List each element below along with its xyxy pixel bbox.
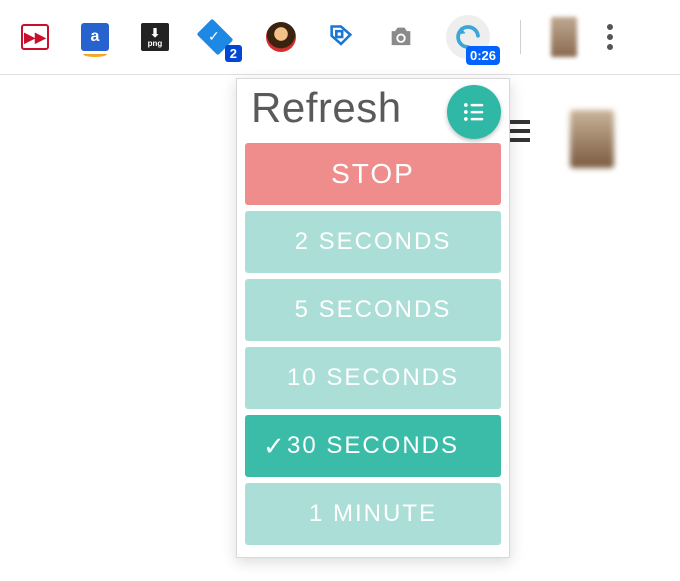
inbox-extension-icon[interactable]: ✓ 2 xyxy=(200,22,230,52)
fast-forward-extension-icon[interactable]: ▶▶ xyxy=(20,22,50,52)
popup-header: Refresh xyxy=(237,79,509,137)
refresh-extension-icon[interactable]: 0:26 xyxy=(446,15,490,59)
interval-label: 30 SECONDS xyxy=(287,432,459,460)
interval-label: 10 SECONDS xyxy=(287,364,459,392)
popup-title: Refresh xyxy=(251,84,402,132)
interval-option-1m[interactable]: 1 MINUTE xyxy=(245,483,501,545)
interval-option-2s[interactable]: 2 SECONDS xyxy=(245,211,501,273)
check-icon: ✓ xyxy=(263,431,287,462)
interval-label: 1 MINUTE xyxy=(309,500,437,528)
interval-label: 5 SECONDS xyxy=(295,296,452,324)
interval-option-30s[interactable]: ✓ 30 SECONDS xyxy=(245,415,501,477)
png-label: png xyxy=(148,39,163,48)
list-icon xyxy=(460,98,488,126)
refresh-popup: Refresh STOP 2 SECONDS 5 SECONDS 10 SECO… xyxy=(236,78,510,558)
profile-avatar[interactable] xyxy=(551,17,577,57)
avatar-extension-icon[interactable] xyxy=(266,22,296,52)
amazon-letter: a xyxy=(91,28,100,46)
camera-extension-icon[interactable] xyxy=(386,22,416,52)
page-avatar[interactable] xyxy=(570,110,614,168)
overflow-menu-icon[interactable] xyxy=(607,24,613,50)
stop-label: STOP xyxy=(331,158,415,190)
interval-option-5s[interactable]: 5 SECONDS xyxy=(245,279,501,341)
refresh-timer-badge: 0:26 xyxy=(466,46,500,65)
interval-label: 2 SECONDS xyxy=(295,228,452,256)
interval-option-10s[interactable]: 10 SECONDS xyxy=(245,347,501,409)
amazon-extension-icon[interactable]: a xyxy=(80,22,110,52)
tag-extension-icon[interactable] xyxy=(326,22,356,52)
list-button[interactable] xyxy=(447,85,501,139)
inbox-badge: 2 xyxy=(225,45,242,62)
browser-toolbar: ▶▶ a ⬇png ✓ 2 0:26 xyxy=(0,0,680,75)
page-menu-icon[interactable] xyxy=(508,120,530,142)
stop-button[interactable]: STOP xyxy=(245,143,501,205)
toolbar-divider xyxy=(520,20,521,54)
png-download-extension-icon[interactable]: ⬇png xyxy=(140,22,170,52)
